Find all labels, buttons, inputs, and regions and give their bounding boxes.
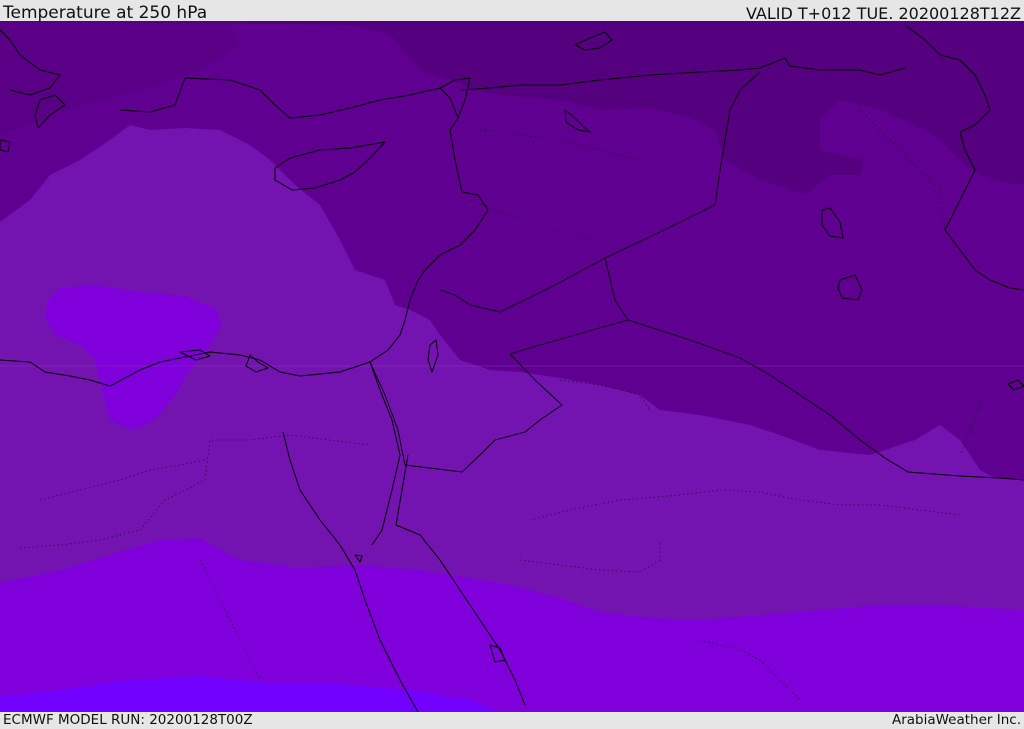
- temperature-map[interactable]: [0, 21, 1024, 712]
- header-bar: Temperature at 250 hPa VALID T+012 TUE. …: [0, 0, 1024, 23]
- model-run-label: ECMWF MODEL RUN: 20200128T00Z: [3, 712, 253, 728]
- footer-bar: ECMWF MODEL RUN: 20200128T00Z ArabiaWeat…: [0, 712, 1024, 729]
- credit-label: ArabiaWeather Inc.: [891, 712, 1021, 728]
- map-canvas: [0, 21, 1024, 712]
